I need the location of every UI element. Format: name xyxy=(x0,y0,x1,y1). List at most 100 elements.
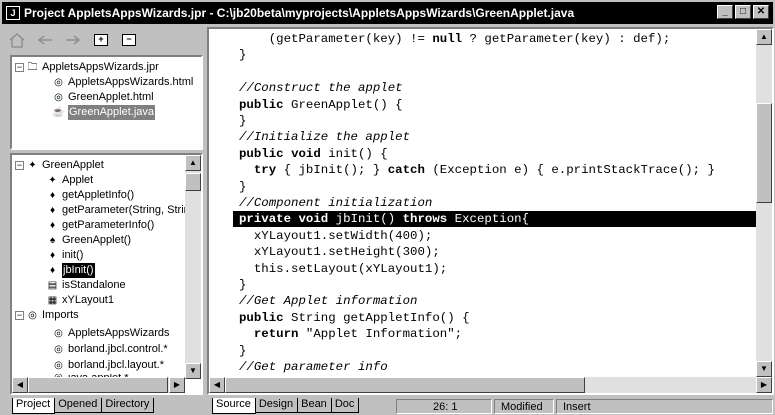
code-keyword: void xyxy=(298,212,329,227)
code-line[interactable]: } xyxy=(239,113,246,129)
scroll-thumb[interactable] xyxy=(28,377,168,393)
forward-button[interactable] xyxy=(62,30,84,50)
remove-from-project-button[interactable]: − xyxy=(118,30,140,50)
method-override-icon: ♦ xyxy=(49,249,56,261)
project-folder-icon: 🗀 xyxy=(27,61,38,73)
tab-opened[interactable]: Opened xyxy=(54,398,103,413)
code-line[interactable]: public GreenApplet() { xyxy=(239,97,403,113)
code-text: } xyxy=(239,343,247,358)
house-icon xyxy=(9,33,25,48)
project-file-item[interactable]: ◎ GreenApplet.html xyxy=(52,90,153,105)
window-title: Project AppletsAppsWizards.jpr - C:\jb20… xyxy=(24,6,575,20)
app-icon: J xyxy=(6,6,20,20)
code-line[interactable]: } xyxy=(239,343,246,359)
code-text: xYLayout1.setWidth(400); xyxy=(239,228,433,243)
method-icon: ♦ xyxy=(49,204,56,216)
cursor-position: 26: 1 xyxy=(396,399,492,414)
collapse-toggle[interactable]: − xyxy=(15,63,24,72)
scroll-down-button[interactable]: ▼ xyxy=(756,361,772,377)
tab-doc[interactable]: Doc xyxy=(330,398,360,413)
code-line[interactable]: xYLayout1.setHeight(300); xyxy=(239,244,440,260)
minimize-button[interactable]: _ xyxy=(717,5,733,19)
editor-horizontal-scrollbar[interactable]: ◀ ▶ xyxy=(209,377,772,393)
scroll-thumb[interactable] xyxy=(756,103,772,203)
tab-bean[interactable]: Bean xyxy=(297,398,332,413)
imports-node[interactable]: ◎ Imports xyxy=(26,308,79,323)
project-root[interactable]: 🗀 AppletsAppsWizards.jpr xyxy=(26,60,159,75)
private-method-icon: ♦ xyxy=(49,264,56,276)
code-line[interactable]: } xyxy=(239,179,246,195)
structure-item[interactable]: ▤ isStandalone xyxy=(46,278,126,293)
scroll-left-button[interactable]: ◀ xyxy=(209,377,225,393)
structure-item[interactable]: ✦ Applet xyxy=(46,173,93,188)
project-pane: − 🗀 AppletsAppsWizards.jpr ◎ AppletsApps… xyxy=(10,55,203,150)
method-icon: ♦ xyxy=(49,219,56,231)
scroll-thumb[interactable] xyxy=(225,377,585,393)
code-line[interactable]: this.setLayout(xYLayout1); xyxy=(239,261,447,277)
scroll-left-button[interactable]: ◀ xyxy=(12,377,28,393)
home-button[interactable] xyxy=(6,30,28,50)
structure-item[interactable]: ♦ getAppletInfo() xyxy=(46,188,134,203)
code-line-selected[interactable]: private void jbInit() throws Exception{ xyxy=(233,211,758,228)
scroll-right-button[interactable]: ▶ xyxy=(169,377,185,393)
code-line[interactable]: //Initialize the applet xyxy=(239,129,410,145)
project-file-item[interactable]: ◎ AppletsAppsWizards.html xyxy=(52,75,193,90)
editor-vertical-scrollbar[interactable]: ▲ ▼ xyxy=(756,29,772,377)
scroll-right-button[interactable]: ▶ xyxy=(756,377,772,393)
scroll-up-button[interactable]: ▲ xyxy=(756,29,772,45)
maximize-button[interactable]: □ xyxy=(735,5,751,19)
structure-horizontal-scrollbar[interactable]: ◀ ▶ xyxy=(12,377,185,393)
code-line[interactable]: //Get parameter info xyxy=(239,359,388,375)
back-button[interactable] xyxy=(34,30,56,50)
code-text: ? getParameter(key) : def); xyxy=(462,32,671,46)
import-item[interactable]: ◎ borland.jbcl.layout.* xyxy=(52,358,164,373)
code-keyword: public xyxy=(239,310,284,325)
scroll-down-button[interactable]: ▼ xyxy=(185,363,201,379)
project-file-item-selected[interactable]: ☕ GreenApplet.java xyxy=(52,105,155,120)
tab-directory[interactable]: Directory xyxy=(101,398,155,413)
structure-item[interactable]: ♦ getParameterInfo() xyxy=(46,218,154,233)
code-area[interactable]: (getParameter(key) != null ? getParamete… xyxy=(233,29,758,379)
scroll-up-button[interactable]: ▲ xyxy=(185,155,201,171)
code-line[interactable]: //Construct the applet xyxy=(239,80,403,96)
code-text: this.setLayout(xYLayout1); xyxy=(239,261,448,276)
ide-window: J Project AppletsAppsWizards.jpr - C:\jb… xyxy=(0,0,775,415)
code-line[interactable]: //Component initialization xyxy=(239,195,432,211)
code-line[interactable]: return "Applet Information"; xyxy=(239,326,462,342)
structure-item[interactable]: ♦ init() xyxy=(46,248,83,263)
code-text: xYLayout1.setHeight(300); xyxy=(239,245,440,260)
project-toolbar: + − xyxy=(6,26,202,54)
collapse-toggle[interactable]: − xyxy=(15,161,24,170)
add-to-project-button[interactable]: + xyxy=(90,30,112,50)
code-line[interactable]: try { jbInit(); } catch (Exception e) { … xyxy=(239,162,715,178)
tab-design[interactable]: Design xyxy=(254,398,299,413)
code-line[interactable]: } xyxy=(239,47,246,63)
code-line[interactable]: public void init() { xyxy=(239,146,388,162)
tab-project[interactable]: Project xyxy=(12,398,56,414)
code-line[interactable]: } xyxy=(239,277,246,293)
close-button[interactable]: ✕ xyxy=(753,5,769,19)
import-item[interactable]: ◎ AppletsAppsWizards xyxy=(52,326,169,341)
code-line[interactable]: //Get Applet information xyxy=(239,293,417,309)
structure-item-selected[interactable]: ♦ jbInit() xyxy=(46,263,95,278)
code-text: (Exception e) { e.printStackTrace(); } xyxy=(424,163,715,178)
code-line[interactable]: public String getAppletInfo() { xyxy=(239,310,470,326)
structure-vertical-scrollbar[interactable]: ▲ ▼ xyxy=(185,155,201,379)
structure-root[interactable]: ✦ GreenApplet xyxy=(26,158,103,173)
tab-source[interactable]: Source xyxy=(212,398,256,414)
structure-item[interactable]: ▦ xYLayout1 xyxy=(46,293,114,308)
scroll-thumb[interactable] xyxy=(185,173,201,191)
structure-item[interactable]: ♦ getParameter(String, String xyxy=(46,203,196,218)
code-editor[interactable]: (getParameter(key) != null ? getParamete… xyxy=(207,27,774,395)
structure-item[interactable]: ♠ GreenApplet() xyxy=(46,233,131,248)
code-text: } xyxy=(239,179,247,194)
collapse-toggle[interactable]: − xyxy=(15,311,24,320)
code-line[interactable]: (getParameter(key) != null ? getParamete… xyxy=(239,31,671,47)
import-item[interactable]: ◎ borland.jbcl.control.* xyxy=(52,342,168,357)
code-text: jbInit() xyxy=(328,212,403,227)
code-line[interactable]: xYLayout1.setWidth(400); xyxy=(239,228,432,244)
html-file-icon: ◎ xyxy=(54,91,63,103)
